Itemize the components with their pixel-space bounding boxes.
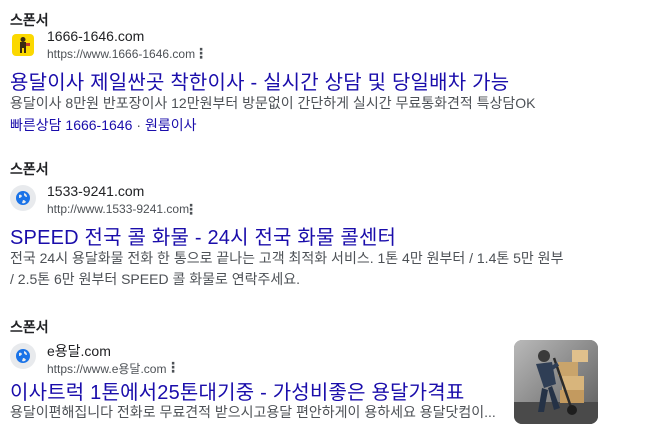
- ad-description: 용달이사 8만원 반포장이사 12만원부터 방문없이 간단하게 실시간 무료통화…: [10, 95, 536, 111]
- more-options-icon[interactable]: ⋮: [166, 360, 180, 374]
- sponsor-label: 스폰서: [10, 319, 49, 335]
- sponsor-label: 스폰서: [10, 161, 49, 177]
- sitelink-studio-move[interactable]: 원룸이사: [145, 117, 197, 133]
- sponsor-label: 스폰서: [10, 12, 49, 28]
- more-options-icon[interactable]: ⋮: [184, 202, 198, 216]
- globe-icon[interactable]: [10, 185, 36, 211]
- site-url[interactable]: https://www.e용달.com: [47, 360, 166, 377]
- worker-with-hand-truck-image[interactable]: [514, 340, 598, 424]
- sitelink-separator: ·: [136, 117, 142, 133]
- site-name[interactable]: 1666-1646.com: [47, 28, 144, 44]
- site-name[interactable]: 1533-9241.com: [47, 183, 144, 199]
- mover-logo-icon[interactable]: [12, 34, 34, 56]
- sitelink-quick-consult[interactable]: 빠른상담 1666-1646: [10, 117, 132, 133]
- globe-icon[interactable]: [10, 343, 36, 369]
- site-url[interactable]: http://www.1533-9241.com: [47, 202, 189, 216]
- ad-title-link[interactable]: 용달이사 제일싼곳 착한이사 - 실시간 상담 및 당일배차 가능: [10, 66, 509, 95]
- more-options-icon[interactable]: ⋮: [194, 46, 208, 60]
- ad-description-line-1: 전국 24시 용달화물 전화 한 통으로 끝나는 고객 최적화 서비스. 1톤 …: [10, 250, 564, 266]
- sitelinks: 빠른상담 1666-1646 · 원룸이사: [10, 115, 197, 135]
- ad-description-line-2: / 2.5톤 6만 원부터 SPEED 콜 화물로 연락주세요.: [10, 271, 301, 287]
- ad-title-link[interactable]: SPEED 전국 콜 화물 - 24시 전국 화물 콜센터: [10, 221, 396, 250]
- site-url[interactable]: https://www.1666-1646.com: [47, 47, 195, 61]
- ad-description: 용달이편해집니다 전화로 무료견적 받으시고용달 편안하게이 용하세요 용달닷컴…: [10, 404, 496, 420]
- site-name[interactable]: e용달.com: [47, 341, 111, 361]
